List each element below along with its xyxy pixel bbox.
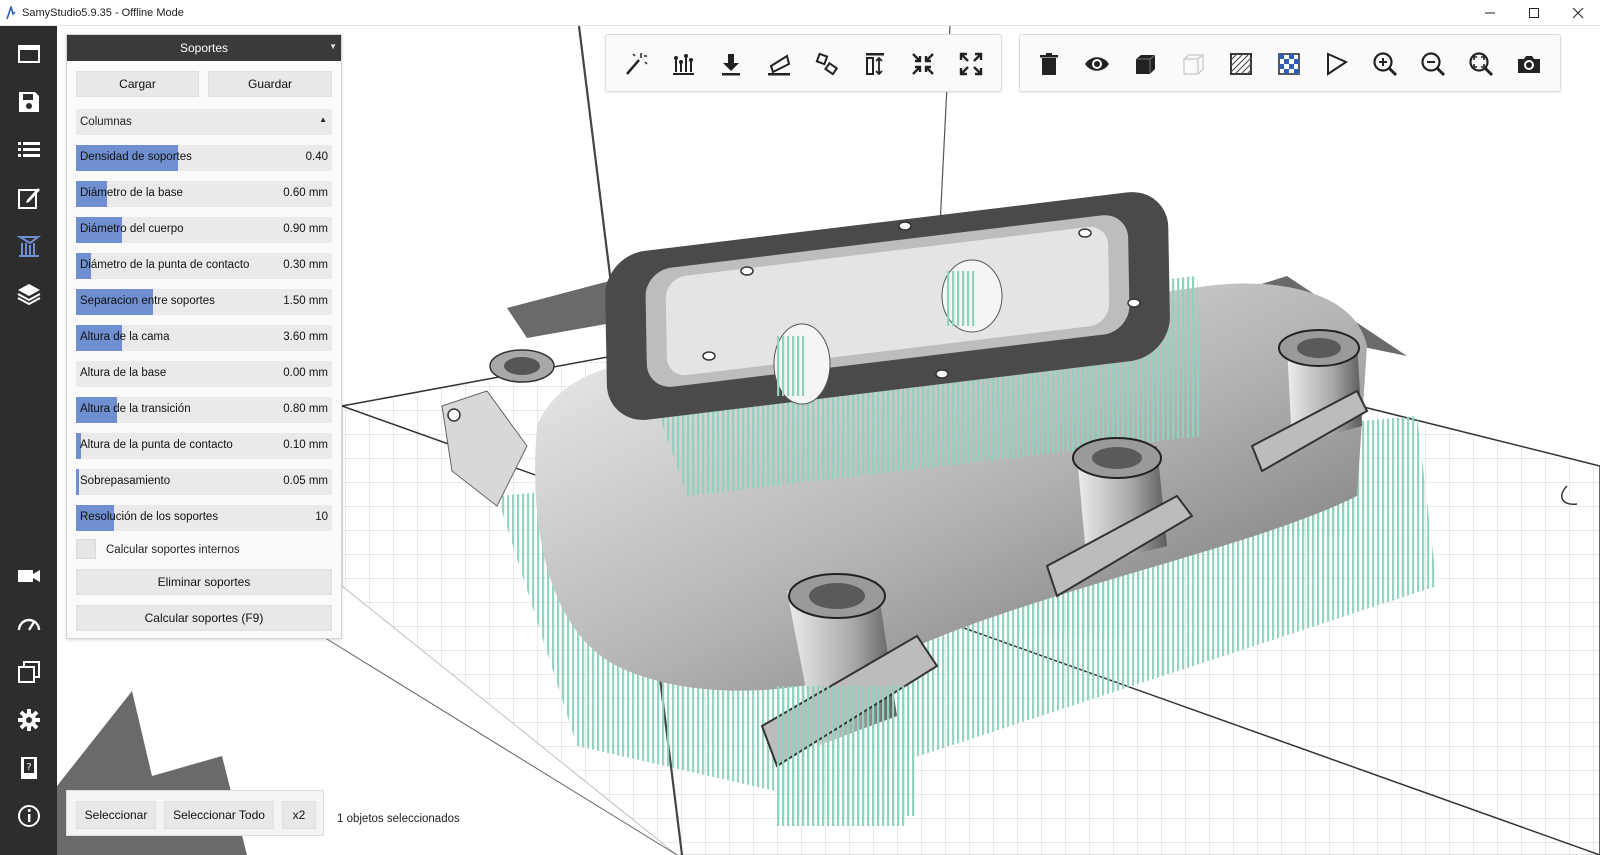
internal-supports-checkbox[interactable] xyxy=(76,539,96,559)
lay-flat-icon[interactable] xyxy=(764,49,794,79)
expand-icon[interactable] xyxy=(956,49,986,79)
param-value[interactable]: 0.30 mm xyxy=(283,259,328,271)
param-label: Altura de la cama xyxy=(80,331,170,343)
panel-header[interactable]: Soportes ▼ xyxy=(67,35,341,61)
param-value[interactable]: 0.10 mm xyxy=(283,439,328,451)
support-lines-icon[interactable] xyxy=(668,49,698,79)
param-slider-row[interactable]: Altura de la cama 3.60 mm xyxy=(76,325,332,351)
hatch-icon[interactable] xyxy=(1226,49,1256,79)
param-value[interactable]: 0.90 mm xyxy=(283,223,328,235)
param-label: Diámetro del cuerpo xyxy=(80,223,184,235)
zoom-fit-icon[interactable] xyxy=(1466,49,1496,79)
multiply-button[interactable]: x2 xyxy=(282,801,316,829)
param-label: Separacion entre soportes xyxy=(80,295,215,307)
internal-supports-option[interactable]: Calcular soportes internos xyxy=(76,539,332,561)
param-slider-row[interactable]: Altura de la transición 0.80 mm xyxy=(76,397,332,423)
param-value[interactable]: 3.60 mm xyxy=(283,331,328,343)
param-label: Altura de la punta de contacto xyxy=(80,439,233,451)
selection-bar: Seleccionar Seleccionar Todo x2 xyxy=(66,790,324,836)
flag-icon[interactable] xyxy=(1322,49,1352,79)
supports-icon[interactable] xyxy=(0,224,57,268)
close-window-button[interactable] xyxy=(1556,0,1600,26)
param-value[interactable]: 0.40 xyxy=(306,151,328,163)
compute-supports-button[interactable]: Calcular soportes (F9) xyxy=(76,605,332,631)
drop-to-bed-icon[interactable] xyxy=(716,49,746,79)
select-all-button[interactable]: Seleccionar Todo xyxy=(164,801,274,829)
layers-icon[interactable] xyxy=(0,272,57,316)
view-toolbar xyxy=(1019,34,1561,92)
param-slider-row[interactable]: Altura de la punta de contacto 0.10 mm xyxy=(76,433,332,459)
left-sidebar: ? xyxy=(0,26,57,855)
param-label: Altura de la transición xyxy=(80,403,191,415)
selection-status: 1 objetos seleccionados xyxy=(337,813,460,825)
internal-supports-label: Calcular soportes internos xyxy=(106,544,240,556)
manual-book-icon[interactable]: ? xyxy=(0,746,57,790)
svg-text:Y-: Y- xyxy=(577,262,600,289)
checker-icon[interactable] xyxy=(1274,49,1304,79)
edit-icon[interactable] xyxy=(0,176,57,220)
param-label: Densidad de soportes xyxy=(80,151,192,163)
window-icon[interactable] xyxy=(0,32,57,76)
camera-icon[interactable] xyxy=(0,554,57,598)
select-button[interactable]: Seleccionar xyxy=(76,801,156,829)
support-type-value: Columnas xyxy=(80,116,132,128)
rotate-icon[interactable] xyxy=(812,49,842,79)
cube-solid-icon[interactable] xyxy=(1130,49,1160,79)
dropdown-up-icon: ▲ xyxy=(319,115,327,124)
save-icon[interactable] xyxy=(0,80,57,124)
param-label: Resolución de los soportes xyxy=(80,511,219,523)
screenshot-camera-icon[interactable] xyxy=(1514,49,1544,79)
param-slider-row[interactable]: Diámetro del cuerpo 0.90 mm xyxy=(76,217,332,243)
title-bar: SamyStudio5.9.35 - Offline Mode xyxy=(0,0,1600,26)
minimize-button[interactable] xyxy=(1468,0,1512,26)
edit-toolbar xyxy=(605,34,1002,92)
delete-supports-button[interactable]: Eliminar soportes xyxy=(76,569,332,595)
param-value[interactable]: 0.05 mm xyxy=(283,475,328,487)
speedometer-icon[interactable] xyxy=(0,602,57,646)
eye-icon[interactable] xyxy=(1082,49,1112,79)
app-logo-icon xyxy=(0,0,22,26)
param-slider-row[interactable]: Densidad de soportes 0.40 xyxy=(76,145,332,171)
info-icon[interactable] xyxy=(0,794,57,838)
param-value[interactable]: 0.00 mm xyxy=(283,367,328,379)
scale-height-icon[interactable] xyxy=(860,49,890,79)
param-label: Diámetro de la base xyxy=(80,187,183,199)
zoom-in-icon[interactable] xyxy=(1370,49,1400,79)
cube-ghost-icon[interactable] xyxy=(1178,49,1208,79)
svg-text:?: ? xyxy=(26,762,31,773)
param-slider-row[interactable]: Separacion entre soportes 1.50 mm xyxy=(76,289,332,315)
param-label: Diámetro de la punta de contacto xyxy=(80,259,250,271)
param-label: Sobrepasamiento xyxy=(80,475,171,487)
save-button[interactable]: Guardar xyxy=(208,71,332,97)
param-slider-fill xyxy=(76,469,79,495)
param-slider-row[interactable]: Resolución de los soportes 10 xyxy=(76,505,332,531)
param-value[interactable]: 0.80 mm xyxy=(283,403,328,415)
param-slider-row[interactable]: Altura de la base 0.00 mm xyxy=(76,361,332,387)
trash-icon[interactable] xyxy=(1034,49,1064,79)
support-type-dropdown[interactable]: Columnas ▲ xyxy=(76,109,332,135)
magic-wand-icon[interactable] xyxy=(620,49,650,79)
copies-icon[interactable] xyxy=(0,650,57,694)
zoom-out-icon[interactable] xyxy=(1418,49,1448,79)
settings-gear-icon[interactable] xyxy=(0,698,57,742)
panel-title: Soportes xyxy=(179,41,229,55)
param-value[interactable]: 10 xyxy=(315,511,328,523)
param-slider-row[interactable]: Diámetro de la punta de contacto 0.30 mm xyxy=(76,253,332,279)
supports-panel: Soportes ▼ Cargar Guardar Columnas ▲ Den… xyxy=(66,34,342,639)
list-icon[interactable] xyxy=(0,128,57,172)
collapse-caret-icon[interactable]: ▼ xyxy=(329,42,337,51)
maximize-button[interactable] xyxy=(1512,0,1556,26)
param-slider-row[interactable]: Sobrepasamiento 0.05 mm xyxy=(76,469,332,495)
param-label: Altura de la base xyxy=(80,367,167,379)
param-slider-row[interactable]: Diámetro de la base 0.60 mm xyxy=(76,181,332,207)
param-value[interactable]: 0.60 mm xyxy=(283,187,328,199)
param-value[interactable]: 1.50 mm xyxy=(283,295,328,307)
window-title: SamyStudio5.9.35 - Offline Mode xyxy=(22,6,184,19)
load-button[interactable]: Cargar xyxy=(76,71,199,97)
shrink-icon[interactable] xyxy=(908,49,938,79)
